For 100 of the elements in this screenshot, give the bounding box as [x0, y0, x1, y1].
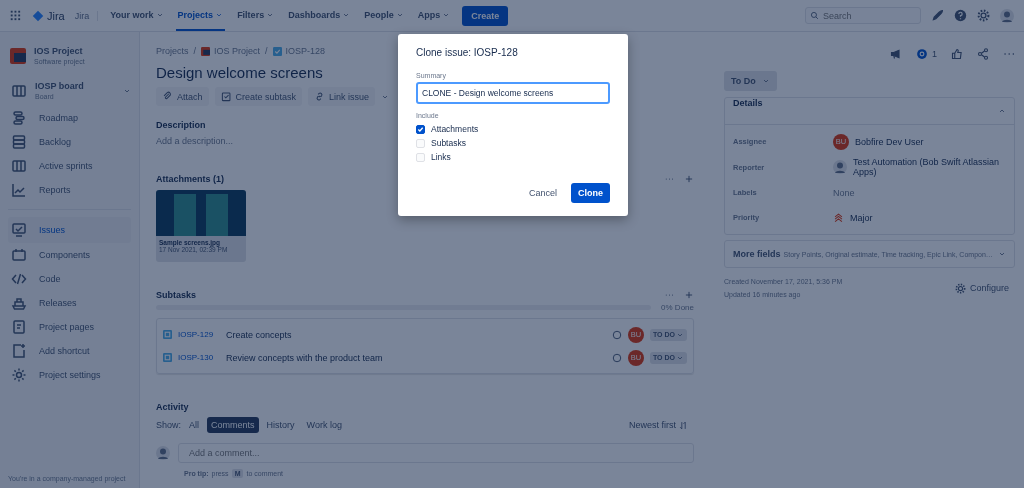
- add-page-icon: [11, 343, 27, 359]
- document-icon: [11, 319, 27, 335]
- action-button[interactable]: Create subtask: [214, 87, 303, 106]
- subtask-summary[interactable]: Create concepts: [226, 329, 606, 340]
- chart-icon: [11, 182, 27, 198]
- board-icon: [11, 82, 27, 99]
- sidebar-item[interactable]: Code: [8, 267, 131, 291]
- issue-key-link[interactable]: IOSP-129: [178, 330, 220, 339]
- nav-menu[interactable]: Your work: [108, 0, 166, 31]
- watchers-button[interactable]: 1: [916, 48, 937, 60]
- issue-key-link[interactable]: IOSP-130: [178, 353, 220, 362]
- priority-circle-icon: [611, 329, 622, 340]
- task-checkbox-icon: [272, 46, 282, 56]
- help-icon: [954, 9, 967, 22]
- settings-icon: [977, 9, 990, 22]
- breadcrumb-link[interactable]: Projects: [156, 46, 189, 56]
- breadcrumb-link[interactable]: IOSP-128: [285, 46, 326, 56]
- link-icon: [314, 91, 326, 102]
- status-dropdown[interactable]: To Do: [724, 71, 777, 91]
- clone-button[interactable]: Clone: [571, 183, 610, 203]
- sidebar-item[interactable]: Roadmap: [8, 106, 131, 130]
- project-avatar-icon: [10, 47, 26, 64]
- section-heading: Activity: [156, 402, 189, 412]
- subtask-icon: [220, 91, 232, 102]
- breadcrumb-separator: /: [193, 46, 197, 56]
- monitor-icon: [11, 222, 27, 238]
- description-placeholder[interactable]: Add a description...: [156, 136, 234, 146]
- create-button[interactable]: Create: [462, 5, 509, 26]
- code-icon: [11, 271, 27, 287]
- breadcrumb-link[interactable]: IOS Project: [214, 46, 261, 56]
- activity-filter[interactable]: History: [262, 417, 299, 433]
- project-avatar-icon: [201, 46, 211, 56]
- paperclip-icon: [162, 91, 173, 102]
- checkbox-label[interactable]: Attachments: [431, 124, 479, 134]
- board-name[interactable]: IOSP board: [35, 81, 115, 91]
- nav-menu[interactable]: Apps: [415, 0, 453, 31]
- activity-filter[interactable]: All: [185, 417, 204, 433]
- sidebar-item[interactable]: Add shortcut: [8, 339, 131, 363]
- chevron-down-icon: [998, 250, 1006, 258]
- subtask-icon: [163, 353, 172, 362]
- jira-logo-icon: [32, 9, 44, 22]
- backlog-icon: [11, 134, 27, 150]
- sidebar-item[interactable]: Active sprints: [8, 154, 131, 178]
- subtask-icon: [163, 330, 172, 339]
- thumbs-up-icon: [951, 48, 963, 60]
- sort-icon: [679, 420, 688, 430]
- action-button[interactable]: Attach: [156, 87, 209, 106]
- sidebar-item[interactable]: Backlog: [8, 130, 131, 154]
- field-value: None: [833, 187, 855, 198]
- nav-menu[interactable]: Projects: [175, 0, 226, 31]
- nav-menu[interactable]: Filters: [235, 0, 277, 31]
- columns-icon: [11, 158, 27, 174]
- panel-heading: Details: [733, 98, 763, 108]
- product-name: Jira: [47, 9, 65, 22]
- share-icon: [977, 48, 989, 60]
- checkbox[interactable]: [416, 124, 425, 134]
- subtask-summary[interactable]: Review concepts with the product team: [226, 352, 606, 363]
- action-button[interactable]: Link issue: [308, 87, 376, 106]
- sidebar-item[interactable]: Project pages: [8, 315, 131, 339]
- summary-field[interactable]: CLONE - Design welcome screens: [416, 82, 610, 104]
- user-avatar[interactable]: [1000, 8, 1014, 23]
- chevron-down-icon: [761, 77, 770, 85]
- field-value: Bobfire Dev User: [855, 136, 924, 147]
- checkbox-label[interactable]: Subtasks: [431, 138, 466, 148]
- project-name: IOS Project: [34, 46, 84, 56]
- checkbox-label[interactable]: Links: [431, 152, 451, 162]
- sidebar-item[interactable]: Components: [8, 243, 131, 267]
- sidebar-item[interactable]: Issues: [8, 217, 131, 243]
- sidebar-item[interactable]: Reports: [8, 178, 131, 202]
- ship-icon: [11, 295, 27, 311]
- activity-filter[interactable]: Comments: [207, 417, 259, 433]
- person-avatar: [833, 160, 847, 174]
- section-heading: Subtasks: [156, 290, 197, 300]
- nav-menu[interactable]: Dashboards: [286, 0, 353, 31]
- configure-button[interactable]: Configure: [948, 281, 1015, 295]
- sidebar-item[interactable]: Releases: [8, 291, 131, 315]
- panel-heading: More fields: [733, 249, 781, 259]
- site-name: Jira: [74, 10, 99, 21]
- nav-menu[interactable]: People: [362, 0, 406, 31]
- gear-icon: [11, 367, 27, 383]
- breadcrumb-separator: /: [265, 46, 268, 56]
- sort-button[interactable]: Newest first: [623, 419, 694, 431]
- add-icon: [684, 290, 694, 300]
- section-heading: Description: [156, 120, 206, 130]
- issue-title: Design welcome screens: [156, 64, 323, 81]
- roadmap-icon: [11, 110, 27, 126]
- chevron-up-icon: [998, 107, 1006, 115]
- sidebar-item[interactable]: Project settings: [8, 363, 131, 387]
- cancel-button[interactable]: Cancel: [522, 183, 563, 203]
- person-avatar: [156, 446, 170, 460]
- eye-icon: [916, 48, 928, 60]
- activity-filter[interactable]: Work log: [302, 417, 346, 433]
- dialog-title: Clone issue: IOSP-128: [416, 47, 519, 58]
- show-label: Show:: [156, 420, 181, 430]
- megaphone-icon: [890, 48, 902, 60]
- calendar-icon: [11, 247, 27, 263]
- add-icon: [684, 174, 694, 184]
- priority-chevrons-icon: [833, 212, 844, 223]
- field-value: Major: [850, 212, 873, 223]
- app-grid-icon: [10, 9, 22, 22]
